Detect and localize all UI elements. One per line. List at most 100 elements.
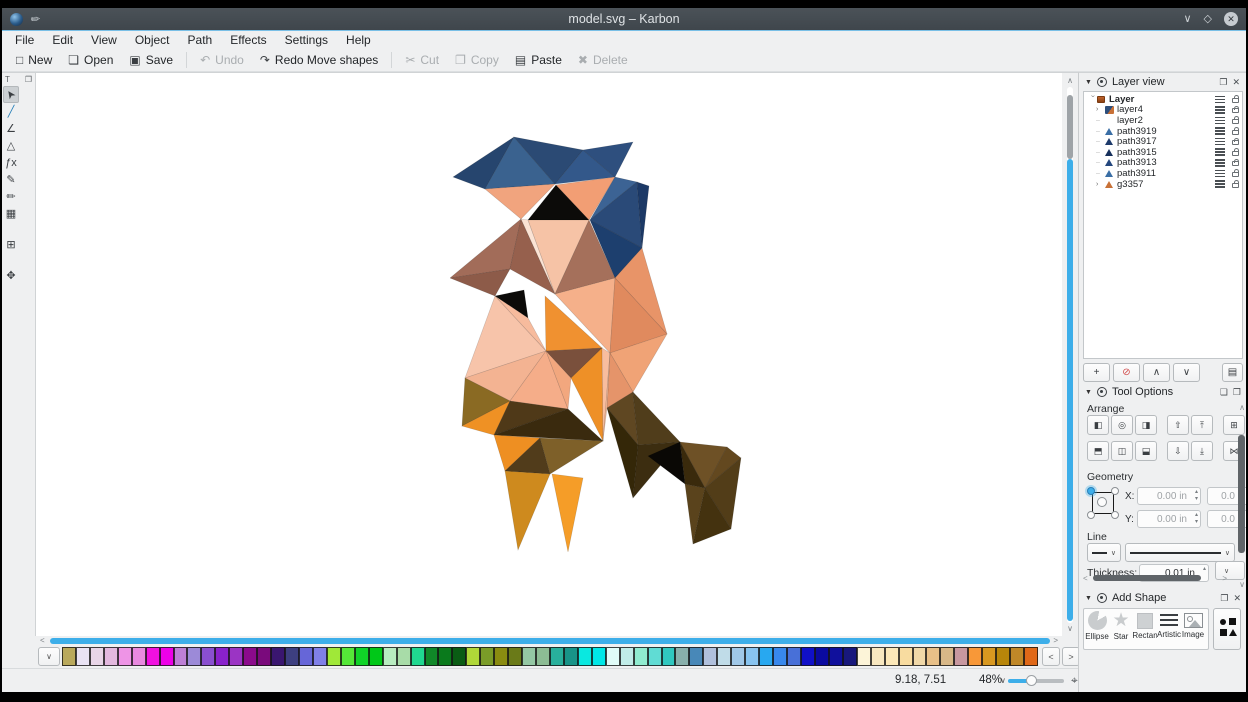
anchor-center[interactable]: [1097, 497, 1107, 507]
layer-row-g3357[interactable]: ›g3357: [1084, 179, 1242, 190]
align-top-button[interactable]: ⬒: [1087, 441, 1109, 461]
line-cap-combo[interactable]: ∨: [1087, 543, 1121, 562]
color-swatch[interactable]: [536, 647, 550, 666]
color-swatch[interactable]: [954, 647, 968, 666]
collapse-icon[interactable]: ▼: [1085, 595, 1092, 602]
anchor-selector[interactable]: [1087, 487, 1119, 519]
expander-icon[interactable]: ›: [1096, 181, 1105, 188]
collapse-icon[interactable]: ▼: [1085, 389, 1092, 396]
color-swatch[interactable]: [815, 647, 829, 666]
pencil-tool[interactable]: ✎: [3, 171, 19, 188]
layer-row-layer2[interactable]: –layer2: [1084, 115, 1242, 126]
color-swatch[interactable]: [662, 647, 676, 666]
line-style-combo[interactable]: ∨: [1125, 543, 1235, 562]
close-icon[interactable]: ✕: [1233, 593, 1241, 604]
close-button[interactable]: ✕: [1224, 12, 1238, 26]
artwork-polygon[interactable]: [633, 392, 680, 445]
lower-shape-button[interactable]: ⇩: [1167, 441, 1189, 461]
color-swatch[interactable]: [731, 647, 745, 666]
fit-page-icon[interactable]: ⌖: [1071, 673, 1078, 688]
shape-item-star[interactable]: ★Star: [1109, 611, 1133, 647]
layer-row-path3911[interactable]: –path3911: [1084, 168, 1242, 179]
pan-tool[interactable]: ✥: [3, 267, 19, 284]
open-button[interactable]: ❏Open: [60, 51, 121, 69]
color-swatch[interactable]: [480, 647, 494, 666]
color-swatch[interactable]: [801, 647, 815, 666]
color-swatch[interactable]: [787, 647, 801, 666]
color-swatch[interactable]: [466, 647, 480, 666]
lower-layer-button[interactable]: ∨: [1173, 363, 1200, 382]
anchor-top-right[interactable]: [1111, 487, 1119, 495]
minimize-button[interactable]: ∨: [1183, 14, 1191, 25]
color-swatch[interactable]: [550, 647, 564, 666]
color-swatch[interactable]: [857, 647, 871, 666]
view-mode-button[interactable]: ▤: [1222, 363, 1243, 382]
align-bottom-button[interactable]: ⬓: [1135, 441, 1157, 461]
align-vcenter-button[interactable]: ◫: [1111, 441, 1133, 461]
anchor-top-left[interactable]: [1087, 487, 1095, 495]
color-swatch[interactable]: [885, 647, 899, 666]
anchor-bottom-left[interactable]: [1087, 511, 1095, 519]
color-swatch[interactable]: [355, 647, 369, 666]
bring-front-button[interactable]: ⤒: [1191, 415, 1213, 435]
color-swatch[interactable]: [606, 647, 620, 666]
shape-item-image[interactable]: Image: [1181, 611, 1205, 647]
visibility-icon[interactable]: [1215, 109, 1225, 111]
layer-view-header[interactable]: ▼ Layer view ❐ ✕: [1079, 73, 1246, 91]
color-swatch[interactable]: [369, 647, 383, 666]
color-swatch[interactable]: [982, 647, 996, 666]
color-swatch[interactable]: [1010, 647, 1024, 666]
artwork-polygon[interactable]: [540, 438, 603, 474]
zoom-slider[interactable]: [1008, 679, 1064, 683]
horizontal-scroll-thumb[interactable]: [50, 638, 1050, 644]
color-swatch[interactable]: [299, 647, 313, 666]
color-swatch[interactable]: [759, 647, 773, 666]
color-swatch[interactable]: [132, 647, 146, 666]
align-hcenter-button[interactable]: ◎: [1111, 415, 1133, 435]
color-swatch[interactable]: [438, 647, 452, 666]
canvas[interactable]: [36, 72, 1062, 636]
color-swatch[interactable]: [564, 647, 578, 666]
color-swatch[interactable]: [703, 647, 717, 666]
color-swatch[interactable]: [745, 647, 759, 666]
menu-view[interactable]: View: [82, 32, 126, 48]
color-swatch[interactable]: [620, 647, 634, 666]
color-swatch[interactable]: [843, 647, 857, 666]
color-swatch[interactable]: [899, 647, 913, 666]
scroll-up-icon[interactable]: ∧: [1062, 76, 1078, 85]
visibility-icon[interactable]: [1215, 141, 1225, 143]
palette-prev-button[interactable]: <: [1042, 647, 1060, 666]
collapse-icon[interactable]: ▼: [1085, 79, 1092, 86]
lock-icon[interactable]: [1232, 130, 1239, 135]
tool-options-vscrollbar[interactable]: ∧ ∨: [1238, 425, 1245, 575]
lock-icon[interactable]: [1232, 183, 1239, 188]
layer-row-path3919[interactable]: –path3919: [1084, 126, 1242, 137]
color-swatch[interactable]: [926, 647, 940, 666]
new-window-icon[interactable]: ❏: [1220, 387, 1228, 398]
visibility-icon[interactable]: [1215, 173, 1225, 175]
paste-button[interactable]: ▤Paste: [507, 51, 570, 69]
color-swatch[interactable]: [76, 647, 90, 666]
color-swatch[interactable]: [90, 647, 104, 666]
raise-shape-button[interactable]: ⇧: [1167, 415, 1189, 435]
visibility-icon[interactable]: [1215, 162, 1225, 164]
toolbox-float-icon[interactable]: ❐: [25, 75, 32, 84]
color-swatch[interactable]: [648, 647, 662, 666]
visibility-icon[interactable]: [1215, 151, 1225, 153]
artwork-polygon[interactable]: [552, 474, 583, 552]
shape-item-ellipse[interactable]: Ellipse: [1085, 611, 1109, 647]
pattern-tool[interactable]: ▦: [3, 205, 19, 222]
color-swatch[interactable]: [634, 647, 648, 666]
save-button[interactable]: ▣Save: [121, 51, 181, 69]
scroll-right-icon[interactable]: >: [1053, 636, 1058, 645]
visibility-icon[interactable]: [1215, 130, 1225, 132]
color-swatch[interactable]: [313, 647, 327, 666]
color-swatch[interactable]: [452, 647, 466, 666]
scroll-down-icon[interactable]: ∨: [1239, 580, 1245, 589]
color-swatch[interactable]: [271, 647, 285, 666]
x-position-field[interactable]: 0.00 in▴▾: [1137, 487, 1201, 505]
color-swatch[interactable]: [104, 647, 118, 666]
menu-file[interactable]: File: [6, 32, 43, 48]
color-swatch[interactable]: [118, 647, 132, 666]
color-swatch[interactable]: [996, 647, 1010, 666]
